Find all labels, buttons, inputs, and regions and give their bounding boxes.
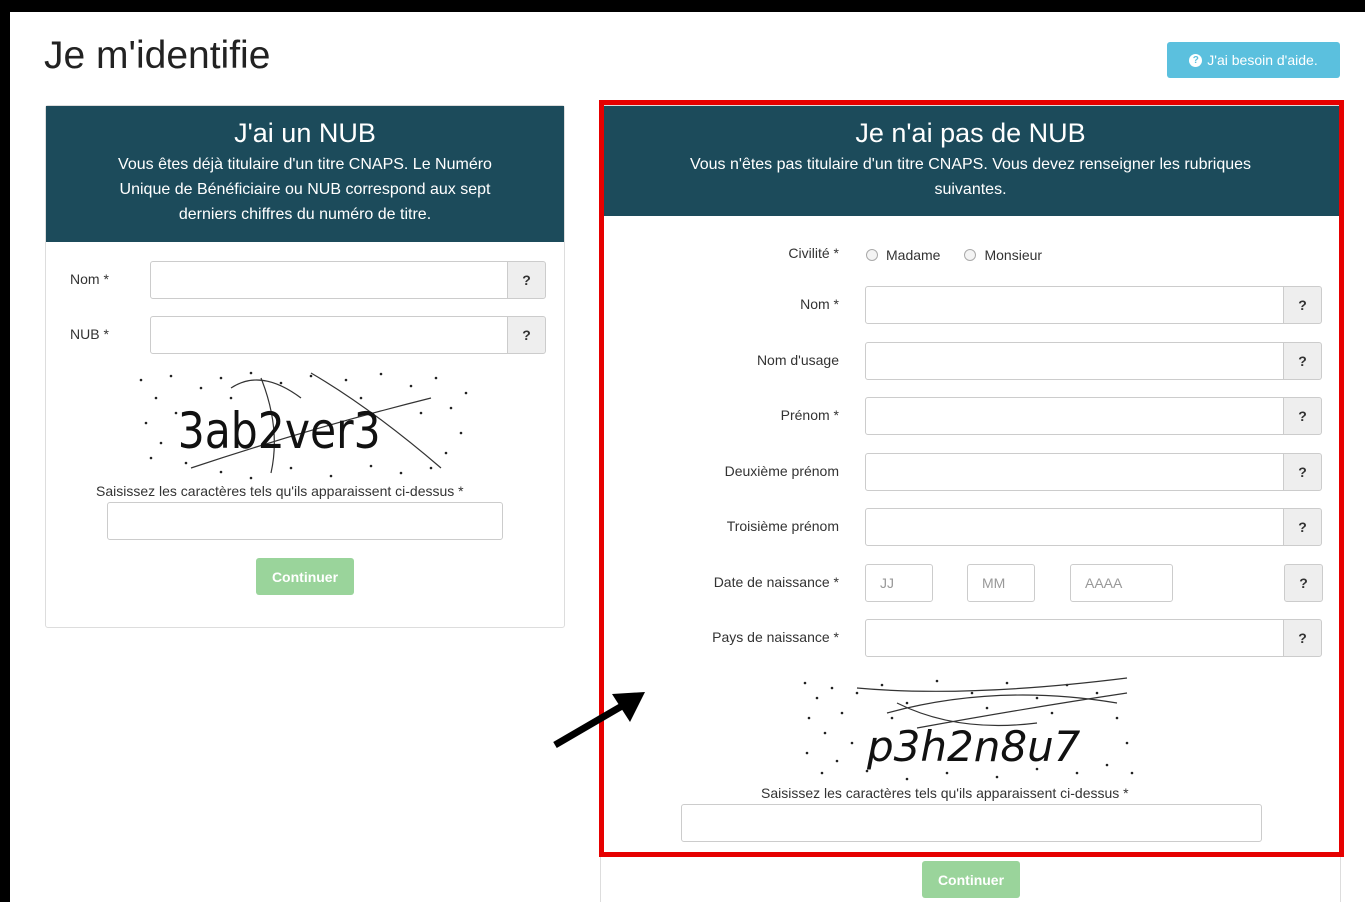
civilite-label: Civilité * <box>788 245 839 261</box>
panel-no-nub-description-line: Vous n'êtes pas titulaire d'un titre CNA… <box>689 156 1252 173</box>
captcha-glyphs: 3ab2ver3 <box>178 402 381 460</box>
radio-circle-icon <box>964 249 977 261</box>
radio-monsieur-label: Monsieur <box>984 247 1043 263</box>
deuxieme-prenom-help-button[interactable]: ? <box>1283 453 1322 491</box>
prenom-input[interactable] <box>865 397 1284 435</box>
question-circle-icon: ? <box>1189 53 1203 67</box>
captcha-glyphs: p3h2n8u7 <box>866 722 1081 771</box>
panel-no-nub-description-line: suivantes. <box>934 181 1007 198</box>
arrow-icon <box>553 692 645 749</box>
help-button-label: J'ai besoin d'aide. <box>1207 52 1318 68</box>
captcha-image: 3ab2ver3 <box>139 371 468 480</box>
nom-usage-label: Nom d'usage <box>756 352 839 368</box>
continue-button[interactable]: Continuer <box>256 558 354 595</box>
radio-madame-label: Madame <box>886 247 941 263</box>
birth-day-input[interactable]: JJ <box>865 564 933 602</box>
page: Je m'identifie ? J'ai besoin d'aide. J'a… <box>10 12 1365 902</box>
nom-label: Nom * <box>800 296 839 312</box>
panel-has-nub-description-line: Vous êtes déjà titulaire d'un titre CNAP… <box>118 156 492 173</box>
panel-has-nub-description-line: Unique de Bénéficiaire ou NUB correspond… <box>119 181 491 198</box>
panel-has-nub: J'ai un NUB Vous êtes déjà titulaire d'u… <box>45 105 565 628</box>
nom-label: Nom * <box>70 271 109 287</box>
captcha-input[interactable] <box>681 804 1262 842</box>
panel-has-nub-description-line: derniers chiffres du numéro de titre. <box>178 206 432 223</box>
captcha-image: p3h2n8u7 <box>803 677 1134 781</box>
nom-usage-help-button[interactable]: ? <box>1283 342 1322 380</box>
nom-help-button[interactable]: ? <box>507 261 546 299</box>
civilite-options: Madame Monsieur <box>866 247 1042 263</box>
nom-input[interactable] <box>150 261 508 299</box>
radio-monsieur[interactable]: Monsieur <box>964 247 1042 263</box>
deuxieme-prenom-input[interactable] <box>865 453 1284 491</box>
panel-has-nub-title: J'ai un NUB <box>234 118 376 148</box>
nub-label: NUB * <box>70 326 109 342</box>
captcha-caption: Saisissez les caractères tels qu'ils app… <box>96 483 464 499</box>
panel-has-nub-header: J'ai un NUB Vous êtes déjà titulaire d'u… <box>46 106 564 242</box>
date-naissance-label: Date de naissance * <box>713 574 839 590</box>
prenom-label: Prénom * <box>780 407 839 423</box>
radio-madame[interactable]: Madame <box>866 247 940 263</box>
pays-naissance-help-button[interactable]: ? <box>1283 619 1322 657</box>
continue-button[interactable]: Continuer <box>922 861 1020 898</box>
panel-no-nub-title: Je n'ai pas de NUB <box>855 118 1086 148</box>
nom-usage-input[interactable] <box>865 342 1284 380</box>
captcha-input[interactable] <box>107 502 503 540</box>
deuxieme-prenom-label: Deuxième prénom <box>724 463 839 479</box>
troisieme-prenom-label: Troisième prénom <box>726 518 839 534</box>
birth-month-placeholder: MM <box>982 575 1006 591</box>
panel-no-nub-header: Je n'ai pas de NUB Vous n'êtes pas titul… <box>601 106 1340 216</box>
birth-year-placeholder: AAAA <box>1085 575 1123 591</box>
page-title: Je m'identifie <box>44 34 271 77</box>
pays-naissance-label: Pays de naissance * <box>712 629 839 645</box>
birth-year-input[interactable]: AAAA <box>1070 564 1173 602</box>
nom-input[interactable] <box>865 286 1284 324</box>
date-naissance-help-button[interactable]: ? <box>1284 564 1323 602</box>
troisieme-prenom-help-button[interactable]: ? <box>1283 508 1322 546</box>
help-button[interactable]: ? J'ai besoin d'aide. <box>1167 42 1340 78</box>
birth-day-placeholder: JJ <box>880 575 894 591</box>
nub-input[interactable] <box>150 316 508 354</box>
birth-month-input[interactable]: MM <box>967 564 1035 602</box>
nub-help-button[interactable]: ? <box>507 316 546 354</box>
radio-circle-icon <box>866 249 878 261</box>
pays-naissance-input[interactable] <box>865 619 1284 657</box>
captcha-caption: Saisissez les caractères tels qu'ils app… <box>761 785 1129 801</box>
troisieme-prenom-input[interactable] <box>865 508 1284 546</box>
prenom-help-button[interactable]: ? <box>1283 397 1322 435</box>
nom-help-button[interactable]: ? <box>1283 286 1322 324</box>
panel-no-nub: Je n'ai pas de NUB Vous n'êtes pas titul… <box>600 105 1341 902</box>
